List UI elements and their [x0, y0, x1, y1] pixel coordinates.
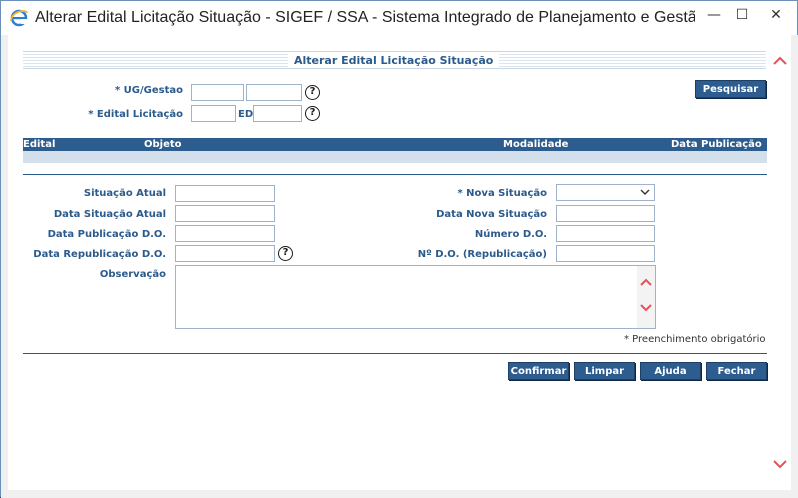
column-header-objeto[interactable]: Objeto: [144, 138, 182, 151]
help-icon[interactable]: ?: [305, 85, 320, 100]
window-title: Alterar Edital Licitação Situação - SIGE…: [35, 9, 695, 26]
situacao-atual-field: [175, 185, 275, 202]
data-situacao-atual-label: Data Situação Atual: [53, 209, 166, 220]
results-table-header: Edital Objeto Modalidade Data Publicação: [23, 138, 767, 151]
clear-button[interactable]: Limpar: [574, 362, 635, 380]
numero-do-label: Número D.O.: [474, 229, 547, 240]
data-republicacao-label: Data Republicação D.O.: [33, 249, 166, 260]
ug-input[interactable]: [191, 84, 244, 101]
observacao-label: Observação: [99, 269, 166, 280]
edital-label: * Edital Licitação: [88, 109, 183, 120]
chevron-up-icon[interactable]: [772, 53, 788, 67]
numero-do-field[interactable]: [556, 225, 655, 242]
window-frame: [791, 35, 798, 490]
nova-situacao-select[interactable]: [556, 184, 655, 201]
table-row[interactable]: [23, 151, 767, 163]
nova-situacao-label: * Nova Situação: [457, 188, 547, 199]
chevron-up-icon[interactable]: [640, 278, 652, 286]
situacao-atual-label: Situação Atual: [83, 188, 166, 199]
column-header-modalidade[interactable]: Modalidade: [503, 138, 568, 151]
help-button[interactable]: Ajuda: [640, 362, 701, 380]
help-icon[interactable]: ?: [278, 246, 293, 261]
help-icon[interactable]: ?: [305, 106, 320, 121]
gestao-input[interactable]: [246, 84, 302, 101]
numero-republicacao-field[interactable]: [556, 245, 655, 262]
close-button[interactable]: Fechar: [706, 362, 767, 380]
ed-label: ED: [238, 109, 254, 120]
form-content: Alterar Edital Licitação Situação * UG/G…: [8, 35, 768, 490]
divider: [23, 353, 767, 354]
ie-icon: [10, 9, 28, 27]
textarea-scrollbar[interactable]: [637, 266, 655, 328]
ed-number-input[interactable]: [253, 105, 302, 122]
confirm-button[interactable]: Confirmar: [508, 362, 569, 380]
chevron-down-icon: [640, 189, 650, 195]
chevron-down-icon[interactable]: [772, 457, 788, 471]
ug-gestao-label: * UG/Gestao: [114, 85, 183, 96]
data-nova-situacao-label: Data Nova Situação: [436, 209, 547, 220]
close-window-button[interactable]: ✕: [755, 1, 797, 29]
column-header-data-publicacao[interactable]: Data Publicação: [671, 138, 762, 151]
numero-republicacao-label: Nº D.O. (Republicação): [417, 249, 547, 260]
edital-input[interactable]: [191, 105, 236, 122]
observacao-textarea[interactable]: [175, 265, 656, 329]
maximize-button[interactable]: ☐: [725, 1, 759, 29]
data-publicacao-label: Data Publicação D.O.: [47, 229, 166, 240]
column-header-edital[interactable]: Edital: [23, 138, 55, 151]
data-publicacao-field[interactable]: [175, 225, 275, 242]
divider: [23, 174, 767, 175]
dialog-window: Alterar Edital Licitação Situação - SIGE…: [0, 0, 798, 498]
data-republicacao-field[interactable]: [175, 245, 275, 262]
data-nova-situacao-field[interactable]: [556, 205, 655, 222]
form-title: Alterar Edital Licitação Situação: [288, 54, 500, 67]
chevron-down-icon[interactable]: [640, 304, 652, 312]
required-note: * Preenchimento obrigatório: [624, 334, 766, 345]
title-bar[interactable]: Alterar Edital Licitação Situação - SIGE…: [1, 1, 797, 35]
page-scrollbar[interactable]: [768, 35, 791, 490]
data-situacao-atual-field: [175, 205, 275, 222]
search-button[interactable]: Pesquisar: [695, 80, 766, 98]
